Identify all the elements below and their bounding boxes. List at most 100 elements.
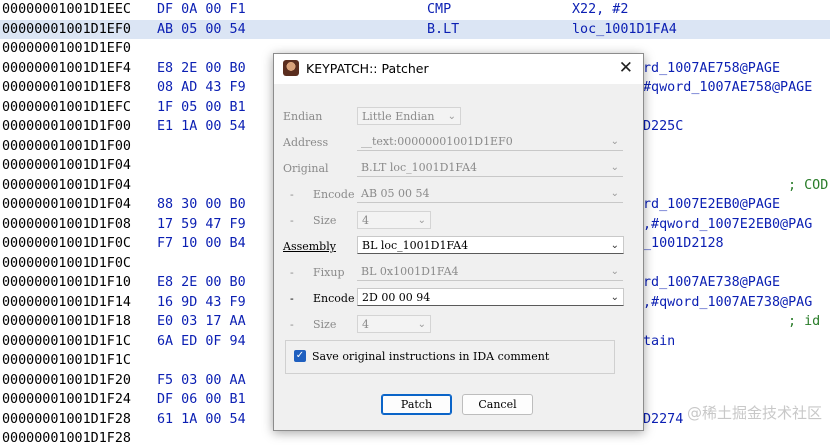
listing-address: 00000001001D1F0C <box>2 236 131 251</box>
listing-address: 00000001001D1F0C <box>2 255 131 271</box>
listing-address: 00000001001D1EF0 <box>2 41 131 56</box>
listing-address: 00000001001D1F1C <box>2 333 131 349</box>
listing-address: 00000001001D1F1C <box>2 353 131 368</box>
listing-mnemonic: CMP <box>427 2 452 17</box>
listing-address: 00000001001D1EF0 <box>2 21 131 37</box>
listing-bytes: DF 06 00 B1 <box>157 392 246 407</box>
assembly-input[interactable]: BL loc_1001D1FA4 ⌄ <box>357 236 624 254</box>
listing-operands: loc_1001D1FA4 <box>572 21 677 37</box>
listing-address: 00000001001D1F20 <box>2 372 131 388</box>
listing-row[interactable]: 00000001001D1EEC DF 0A 00 F1 CMP X22, #2 <box>0 0 830 19</box>
listing-address: 00000001001D1F04 <box>2 177 131 193</box>
listing-address: 00000001001D1F08 <box>2 216 131 232</box>
dialog-titlebar[interactable]: KEYPATCH:: Patcher ✕ <box>274 54 643 84</box>
save-comment-checkbox[interactable]: ✓ <box>294 350 306 362</box>
keypatch-dialog: KEYPATCH:: Patcher ✕ Endian Little Endia… <box>273 53 644 431</box>
fixup-dash: - <box>290 266 294 279</box>
listing-operand-fragment: D225C <box>643 119 684 134</box>
chevron-down-icon: ⌄ <box>447 111 456 122</box>
listing-address: 00000001001D1F24 <box>2 392 131 407</box>
listing-operand-fragment: D2274 <box>643 411 684 427</box>
endian-select[interactable]: Little Endian ⌄ <box>357 107 461 125</box>
listing-operand-fragment: rd_1007E2EB0@PAGE <box>643 197 781 212</box>
listing-bytes: 6A ED 0F 94 <box>157 333 246 349</box>
original-combo[interactable]: B.LT loc_1001D1FA4 ⌄ <box>357 159 623 177</box>
original-encode-label: Encode <box>313 188 355 201</box>
original-encode-dash: - <box>290 188 294 201</box>
listing-address: 00000001001D1F28 <box>2 431 131 446</box>
fixup-label: Fixup <box>313 266 345 279</box>
chevron-down-icon: ⌄ <box>417 319 426 330</box>
listing-bytes: E8 2E 00 B0 <box>157 275 246 290</box>
listing-row[interactable]: 00000001001D1F28 <box>0 429 830 448</box>
listing-comment: ; id <box>788 314 821 329</box>
listing-bytes: 17 59 47 F9 <box>157 216 246 232</box>
fixup-combo[interactable]: BL 0x1001D1FA4 ⌄ <box>357 263 623 281</box>
listing-address: 00000001001D1EEC <box>2 2 131 17</box>
listing-address: 00000001001D1EF4 <box>2 60 131 76</box>
listing-bytes: 1F 05 00 B1 <box>157 99 246 115</box>
encode-label: Encode <box>313 292 355 305</box>
save-comment-label[interactable]: Save original instructions in IDA commen… <box>312 350 549 363</box>
patch-button[interactable]: Patch <box>381 394 452 415</box>
listing-operand-fragment: #qword_1007AE758@PAGE <box>643 80 813 95</box>
listing-comment: ; COD <box>788 177 829 193</box>
listing-bytes: F5 03 00 AA <box>157 372 246 388</box>
listing-mnemonic: B.LT <box>427 21 460 37</box>
listing-operands: X22, #2 <box>572 2 629 17</box>
listing-address: 00000001001D1F04 <box>2 158 131 173</box>
assembly-label: Assembly <box>283 240 336 253</box>
listing-operand-fragment: rd_1007AE738@PAGE <box>643 275 781 290</box>
watermark: @稀土掘金技术社区 <box>686 404 822 422</box>
listing-address: 00000001001D1F04 <box>2 197 131 212</box>
listing-address: 00000001001D1F18 <box>2 314 131 329</box>
new-size-dash: - <box>290 318 294 331</box>
listing-bytes: F7 10 00 B4 <box>157 236 246 251</box>
listing-address: 00000001001D1F00 <box>2 138 131 154</box>
close-icon[interactable]: ✕ <box>619 58 633 78</box>
chevron-down-icon: ⌄ <box>610 240 619 251</box>
listing-operand-fragment: _1001D2128 <box>643 236 724 251</box>
chevron-down-icon: ⌄ <box>417 215 426 226</box>
listing-address: 00000001001D1F00 <box>2 119 131 134</box>
original-label: Original <box>283 162 329 175</box>
listing-address: 00000001001D1F10 <box>2 275 131 290</box>
listing-row[interactable]: 00000001001D1EF0 AB 05 00 54 B.LT loc_1001D… <box>0 19 830 39</box>
original-size-select[interactable]: 4 ⌄ <box>357 211 431 229</box>
listing-bytes: E1 1A 00 54 <box>157 119 246 134</box>
original-encode-combo[interactable]: AB 05 00 54 ⌄ <box>357 185 623 203</box>
listing-bytes: 61 1A 00 54 <box>157 411 246 427</box>
endian-label: Endian <box>283 110 323 123</box>
listing-operand-fragment: tain <box>643 333 676 349</box>
listing-bytes: 08 AD 43 F9 <box>157 80 246 95</box>
chevron-down-icon: ⌄ <box>610 266 619 277</box>
address-label: Address <box>283 136 329 149</box>
dialog-title: KEYPATCH:: Patcher <box>306 61 429 76</box>
listing-address: 00000001001D1EF8 <box>2 80 131 95</box>
chevron-down-icon: ⌄ <box>610 162 619 173</box>
chevron-down-icon: ⌄ <box>610 136 619 147</box>
listing-address: 00000001001D1F14 <box>2 294 131 310</box>
chevron-down-icon: ⌄ <box>610 188 619 199</box>
listing-bytes: E0 03 17 AA <box>157 314 246 329</box>
listing-operand-fragment: ,#qword_1007E2EB0@PAG <box>643 216 813 232</box>
new-size-label: Size <box>313 318 337 331</box>
new-size-select[interactable]: 4 ⌄ <box>357 315 431 333</box>
address-combo[interactable]: __text:00000001001D1EF0 ⌄ <box>357 133 623 151</box>
encode-input[interactable]: 2D 00 00 94 ⌄ <box>357 288 624 306</box>
listing-operand-fragment: ,#qword_1007AE738@PAG <box>643 294 813 310</box>
listing-address: 00000001001D1F28 <box>2 411 131 427</box>
keypatch-app-icon <box>283 60 299 76</box>
original-size-dash: - <box>290 214 294 227</box>
original-size-label: Size <box>313 214 337 227</box>
listing-bytes: 16 9D 43 F9 <box>157 294 246 310</box>
listing-bytes: E8 2E 00 B0 <box>157 60 246 76</box>
encode-dash: - <box>290 292 294 305</box>
listing-bytes: AB 05 00 54 <box>157 21 246 37</box>
cancel-button[interactable]: Cancel <box>462 394 533 415</box>
chevron-down-icon: ⌄ <box>610 292 619 303</box>
listing-bytes: DF 0A 00 F1 <box>157 2 246 17</box>
listing-address: 00000001001D1EFC <box>2 99 131 115</box>
listing-bytes: 88 30 00 B0 <box>157 197 246 212</box>
listing-operand-fragment: rd_1007AE758@PAGE <box>643 60 781 76</box>
